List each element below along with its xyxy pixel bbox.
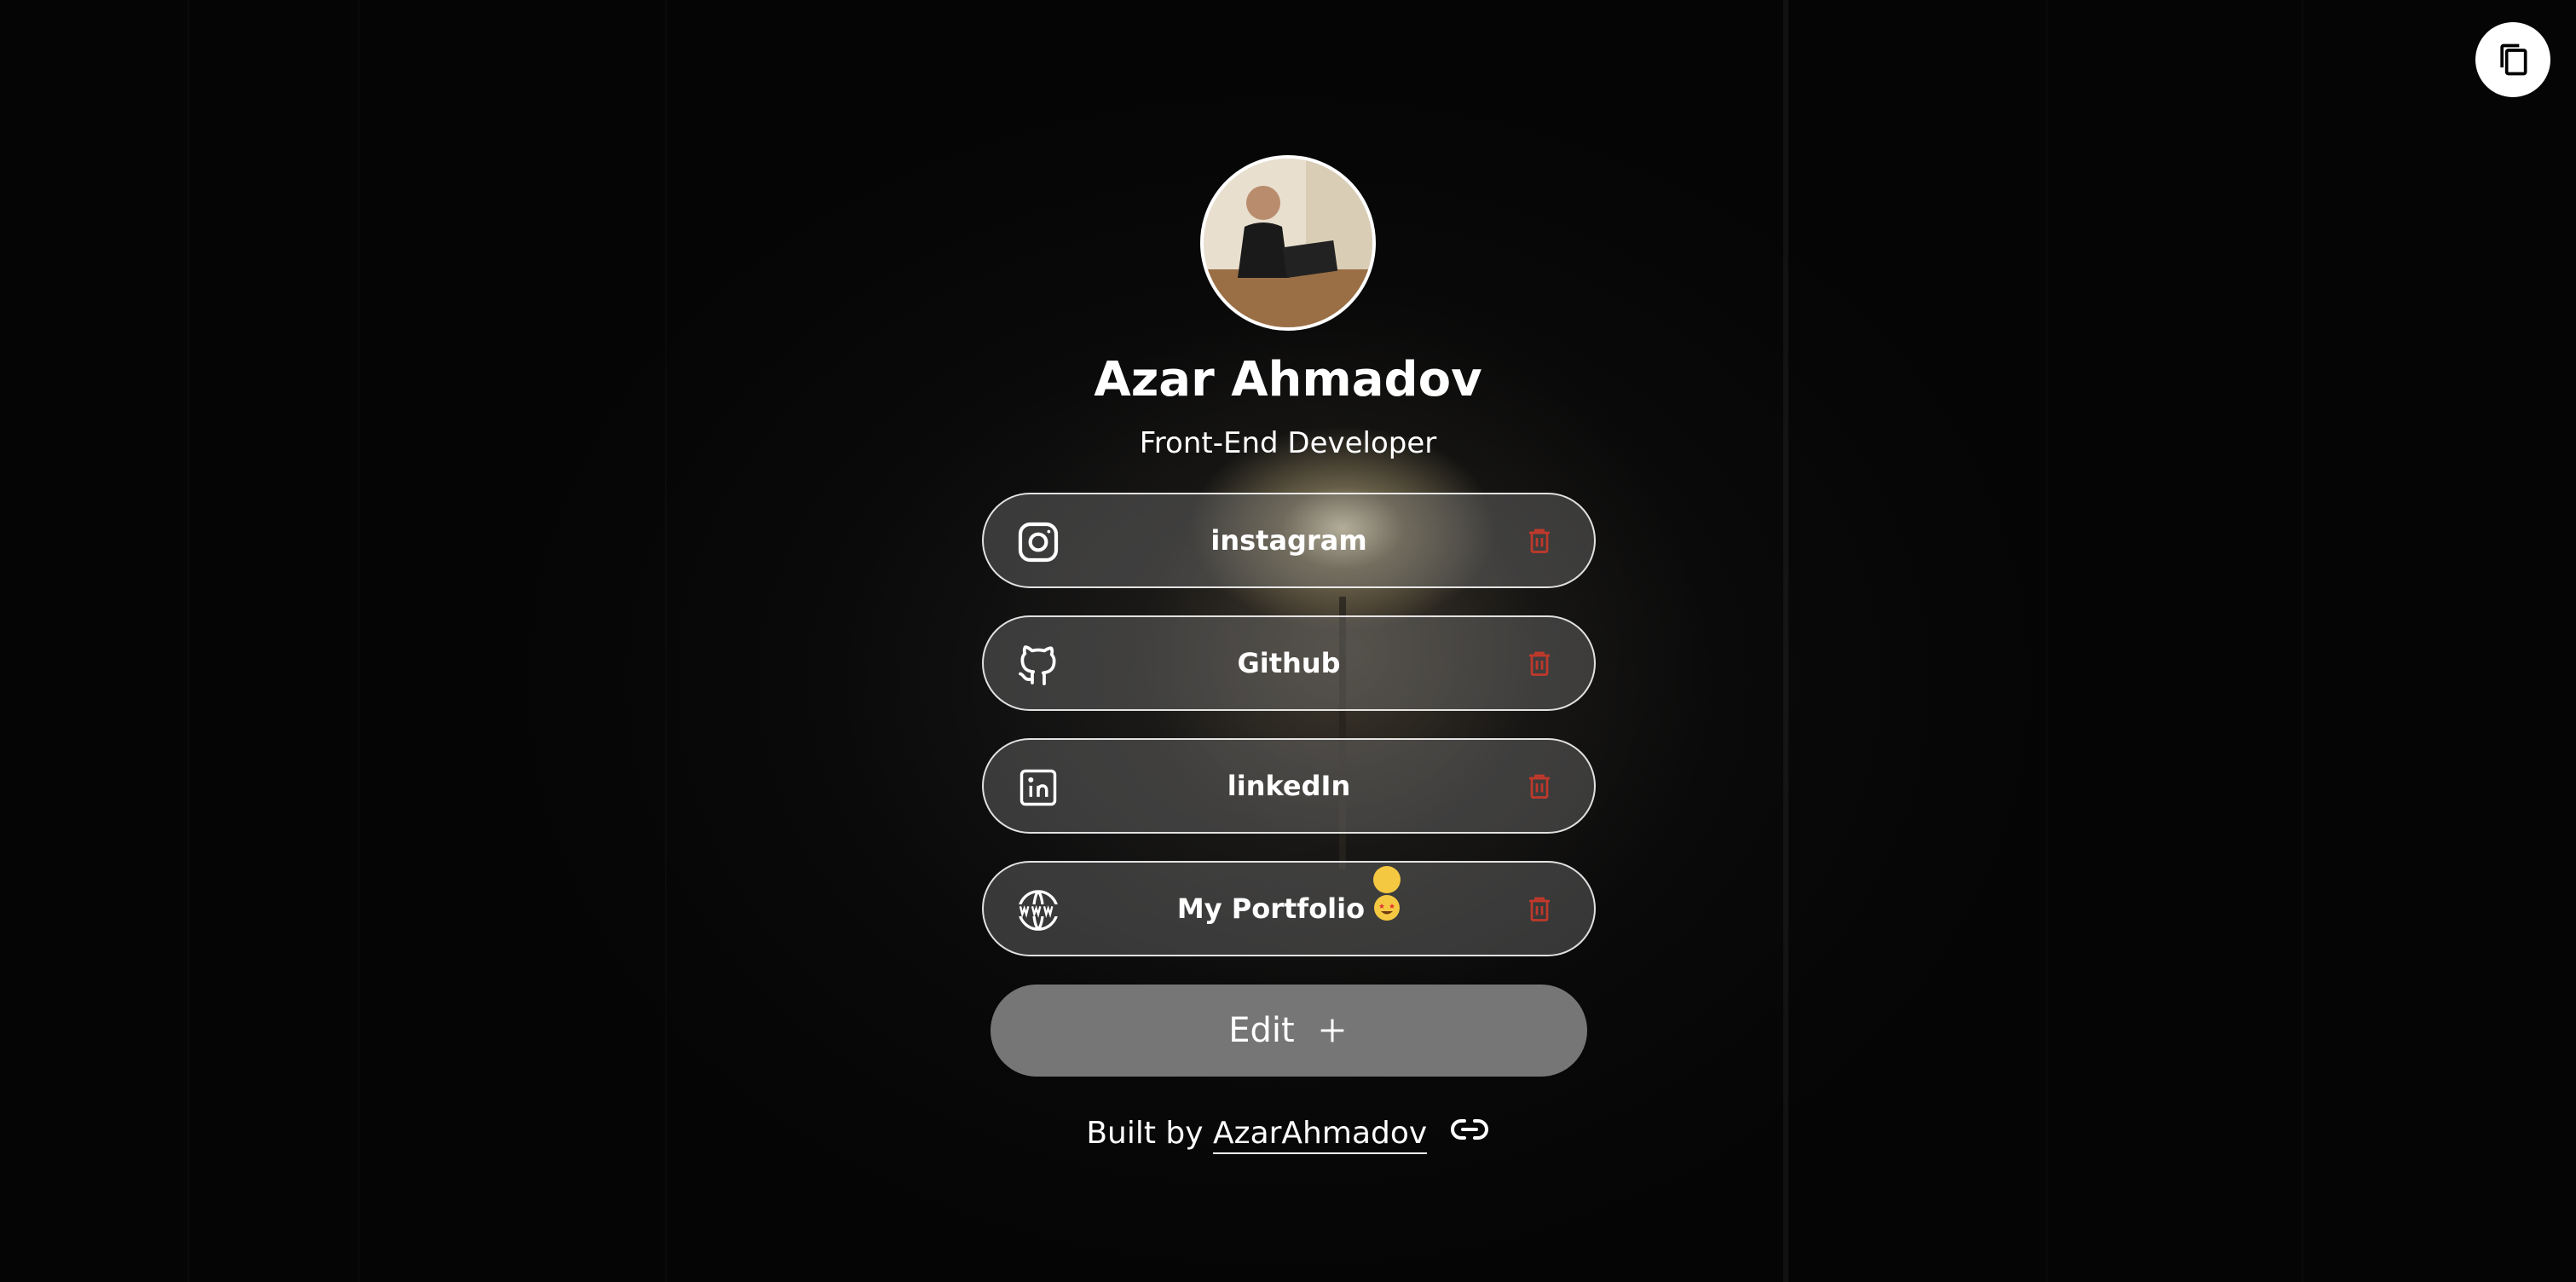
link-label: My Portfolio bbox=[1086, 863, 1492, 955]
chain-link-icon[interactable] bbox=[1449, 1109, 1490, 1166]
background-curtain bbox=[188, 0, 189, 1282]
footer: Built by AzarAhmadov bbox=[862, 1108, 1714, 1166]
background-curtain bbox=[2302, 0, 2303, 1282]
background-curtain bbox=[665, 0, 667, 1282]
background-curtain bbox=[1783, 0, 1788, 1282]
background-curtain bbox=[2046, 0, 2048, 1282]
link-label: instagram bbox=[1210, 524, 1367, 557]
delete-button[interactable] bbox=[1521, 767, 1558, 805]
trash-icon bbox=[1529, 651, 1550, 676]
link-label-text: My Portfolio bbox=[1176, 892, 1366, 925]
background-curtain bbox=[358, 0, 360, 1282]
linkedin-icon bbox=[1013, 762, 1064, 813]
link-label: linkedIn bbox=[1227, 770, 1351, 802]
delete-button[interactable] bbox=[1521, 522, 1558, 559]
link-instagram[interactable]: instagram bbox=[982, 493, 1596, 588]
github-icon bbox=[1013, 639, 1064, 690]
edit-button-label: Edit bbox=[1228, 1011, 1295, 1050]
trash-icon bbox=[1529, 528, 1550, 553]
star-struck-emoji-icon bbox=[1373, 866, 1401, 921]
link-label: Github bbox=[1237, 647, 1341, 679]
page-background: Azar Ahmadov Front-End Developer instagr… bbox=[0, 0, 2576, 1282]
footer-prefix: Built by bbox=[1086, 1116, 1204, 1151]
author-link[interactable]: AzarAhmadov bbox=[1213, 1116, 1428, 1154]
links-list: instagram Github linkedIn My Portfolio bbox=[982, 493, 1596, 984]
plus-icon bbox=[1315, 1013, 1349, 1048]
avatar bbox=[1200, 155, 1376, 331]
copy-button[interactable] bbox=[2475, 22, 2550, 97]
globe-www-icon bbox=[1013, 885, 1064, 936]
delete-button[interactable] bbox=[1521, 890, 1558, 927]
profile-title: Front-End Developer bbox=[1139, 426, 1437, 460]
copy-icon bbox=[2500, 43, 2527, 76]
trash-icon bbox=[1529, 774, 1550, 799]
instagram-icon bbox=[1013, 517, 1064, 568]
link-portfolio[interactable]: My Portfolio bbox=[982, 861, 1596, 956]
delete-button[interactable] bbox=[1521, 644, 1558, 682]
link-linkedin[interactable]: linkedIn bbox=[982, 738, 1596, 834]
link-github[interactable]: Github bbox=[982, 615, 1596, 711]
trash-icon bbox=[1529, 897, 1550, 921]
avatar-photo bbox=[1204, 159, 1372, 327]
profile-name: Azar Ahmadov bbox=[1094, 352, 1482, 407]
edit-button[interactable]: Edit bbox=[991, 985, 1587, 1077]
